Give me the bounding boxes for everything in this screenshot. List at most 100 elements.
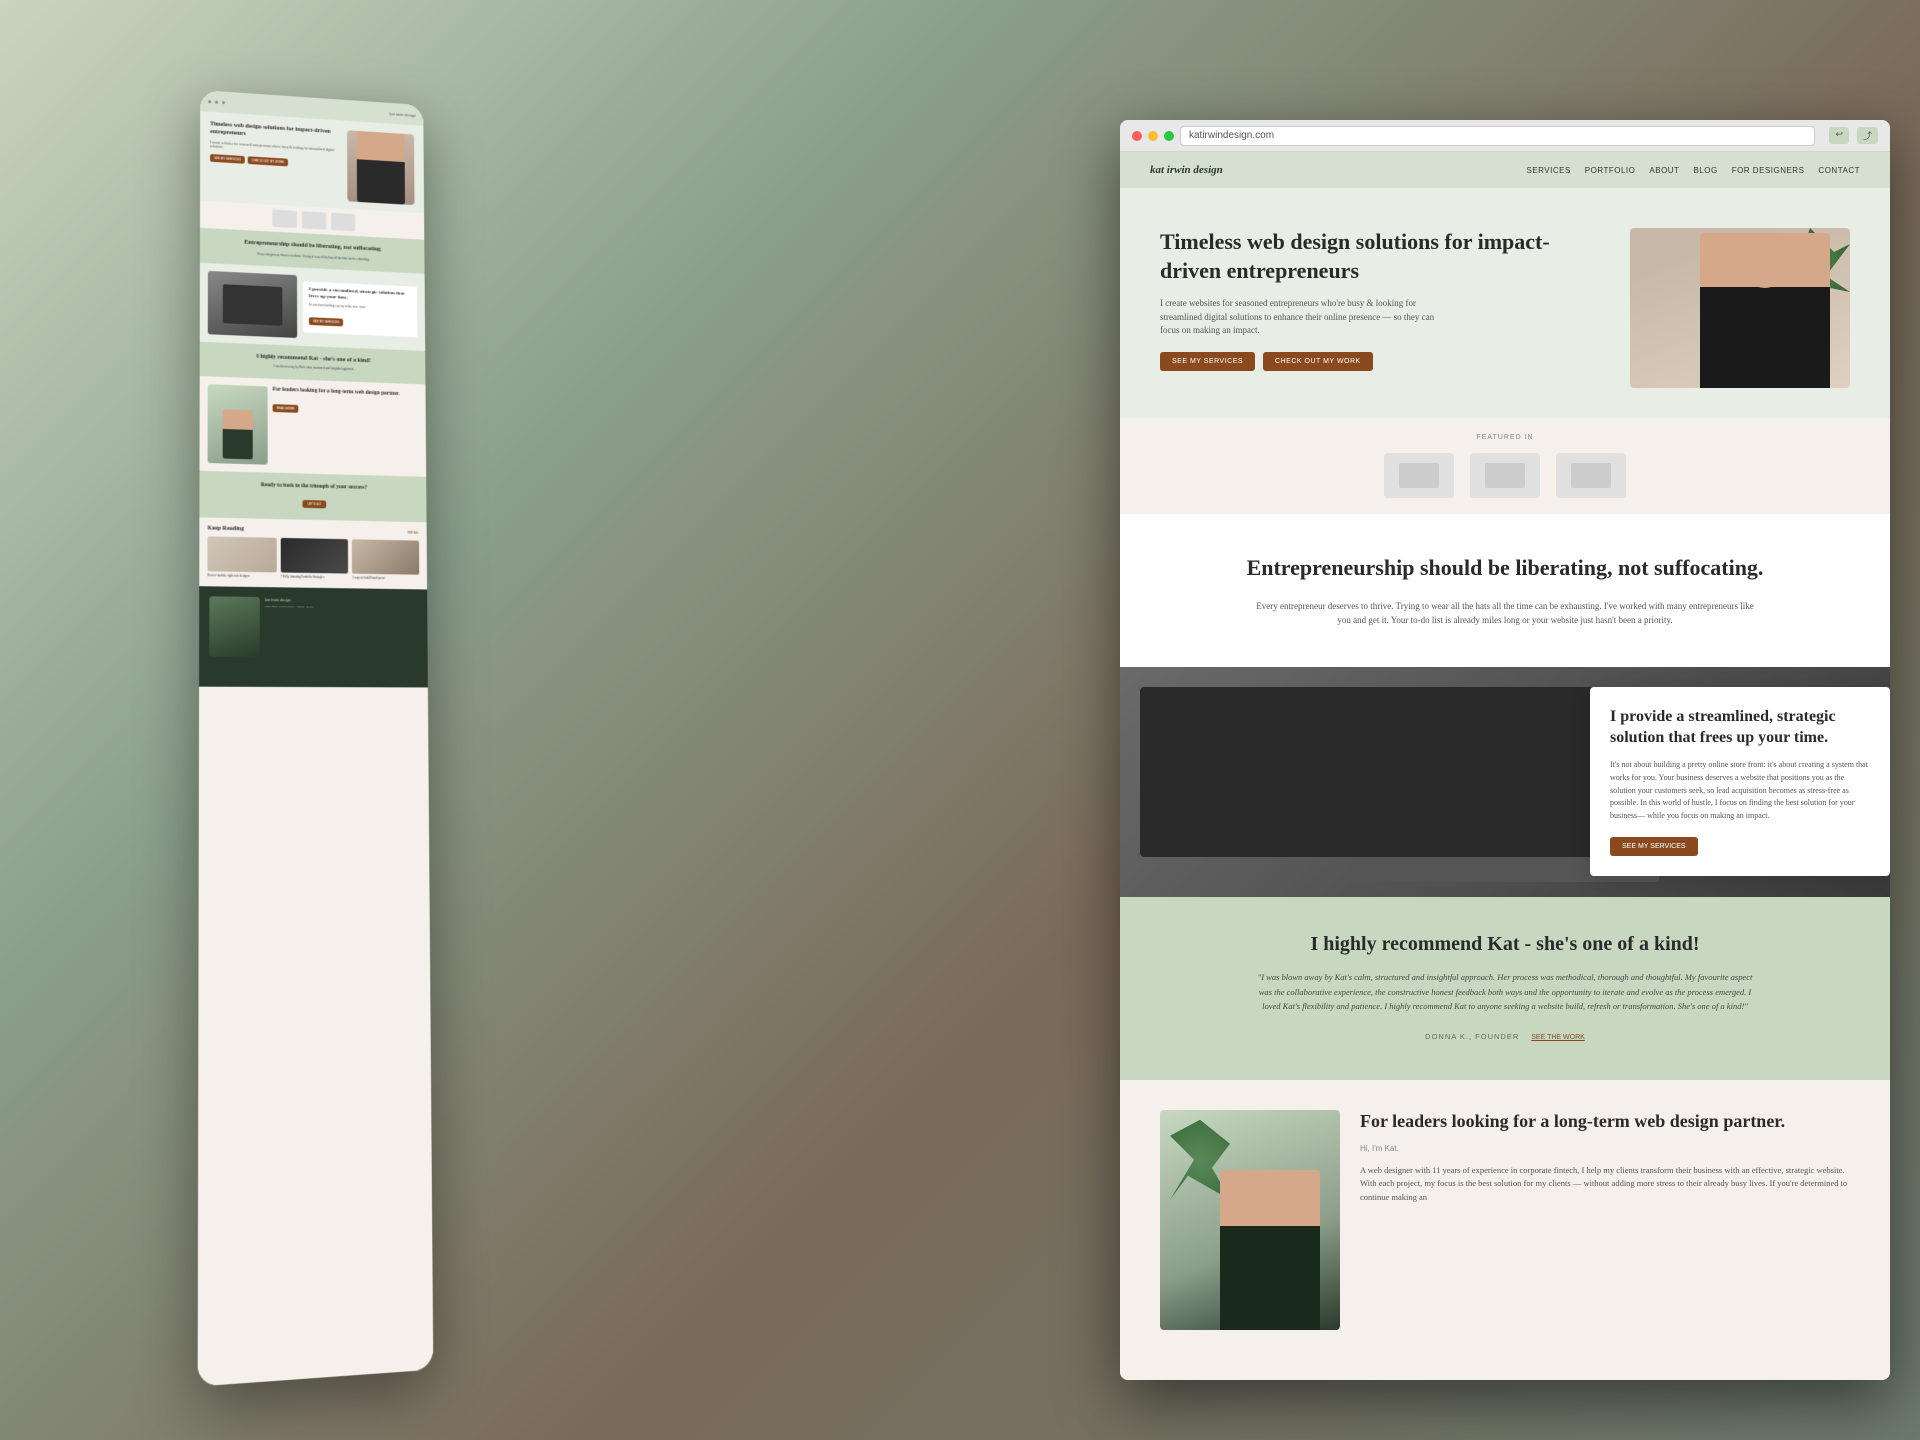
phone-blog-item-2: 7 Fully Amazing Portfolio Strategies [280,538,348,580]
site-testimonial-footer: DONNA K., FOUNDER SEE THE WORK [1200,1026,1810,1044]
phone-footer: kat irwin design SERVICES PORTFOLIO ABOU… [199,586,428,687]
phone-strategic-section: I provide a streamlined, strategic solut… [200,263,425,351]
nav-link-contact[interactable]: CONTACT [1818,166,1860,175]
phone-hero: Timeless web design solutions for impact… [200,111,424,213]
phone-hero-text: Timeless web design solutions for impact… [210,121,342,201]
site-strategic-heading: I provide a streamlined, strategic solut… [1610,707,1870,749]
phone-strategic-text: It's not about building a pretty online … [309,303,412,312]
nav-link-blog[interactable]: BLOG [1693,166,1717,175]
phone-triumph-section: Ready to bask in the triumph of your suc… [199,471,426,523]
site-testimonial-section: I highly recommend Kat - she's one of a … [1120,897,1890,1079]
site-btn-services[interactable]: SEE MY SERVICES [1160,352,1255,371]
nav-link-services[interactable]: SERVICES [1526,166,1570,175]
phone-strategic-btn[interactable]: SEE MY SERVICES [309,318,343,327]
site-strategic-card: I provide a streamlined, strategic solut… [1590,687,1890,876]
phone-btn-work[interactable]: CHECK OUT MY WORK [248,157,288,167]
site-logo-img-3 [1571,463,1611,488]
browser-content: kat irwin design SERVICES PORTFOLIO ABOU… [1120,152,1890,1380]
phone-blog-section: Keep Reading SEE ALL How to find the rig… [199,517,427,589]
phone-footer-link[interactable]: BLOG [306,605,313,608]
site-entrep-heading: Entrepreneurship should be liberating, n… [1180,554,1830,583]
phone-blog-item-3: 5 ways to build brand proof [352,539,419,581]
phone-logo-2 [301,211,325,230]
phone-triumph-heading: Ready to bask in the triumph of your suc… [210,481,417,492]
site-featured-logos [1160,453,1850,498]
phone-footer-content: kat irwin design SERVICES PORTFOLIO ABOU… [265,597,418,678]
phone-partner-person [223,409,253,459]
phone-footer-image [209,596,260,657]
site-featured-logo-2 [1470,453,1540,498]
nav-link-designers[interactable]: FOR DESIGNERS [1732,166,1805,175]
phone-hero-buttons: SEE MY SERVICES CHECK OUT MY WORK [210,154,341,170]
phone-nav-dot [222,101,225,104]
site-featured-section: FEATURED IN [1120,418,1890,514]
site-nav-links: SERVICES PORTFOLIO ABOUT BLOG FOR DESIGN… [1526,166,1860,175]
phone-blog-all[interactable]: SEE ALL [407,530,419,534]
site-hero-person [1700,233,1830,388]
phone-strategic-heading: I provide a streamlined, strategic solut… [309,288,412,305]
site-hero-heading: Timeless web design solutions for impact… [1160,228,1610,285]
phone-blog-title-2: 7 Fully Amazing Portfolio Strategies [280,575,348,580]
site-featured-label: FEATURED IN [1160,434,1850,441]
browser-chrome: katirwindesign.com ↩ ⤴ [1120,120,1890,152]
phone-hero-person [357,131,405,205]
site-leaders-body: A web designer with 11 years of experien… [1360,1164,1850,1205]
phone-partner-btn[interactable]: READ MORE [273,404,299,413]
phone-blog-img-3 [352,539,419,574]
site-leaders-image [1160,1110,1340,1330]
site-btn-work[interactable]: CHECK OUT MY WORK [1263,352,1373,371]
site-strategic-section: I provide a streamlined, strategic solut… [1120,667,1890,897]
phone-footer-link[interactable]: PORTFOLIO [279,605,293,608]
browser-url-bar[interactable]: katirwindesign.com [1180,126,1815,146]
browser-mockup: katirwindesign.com ↩ ⤴ kat irwin design … [1120,120,1890,1380]
phone-mockup: kat irwin design Timeless web design sol… [198,90,434,1386]
phone-strategic-card: I provide a streamlined, strategic solut… [303,281,418,337]
phone-partner-text: For leaders looking for a long-term web … [273,386,400,468]
site-testimonial-author: DONNA K., FOUNDER [1425,1032,1519,1041]
phone-partner-image [208,384,268,464]
phone-nav-dot [208,100,211,103]
phone-footer-logo: kat irwin design [265,597,418,604]
phone-triumph-btn[interactable]: LET'S GO [303,500,326,508]
nav-link-about[interactable]: ABOUT [1649,166,1679,175]
site-logo-img-1 [1399,463,1439,488]
phone-blog-title-3: 5 ways to build brand proof [352,576,419,581]
browser-action-btn[interactable]: ↩ [1829,127,1849,144]
phone-partner-heading: For leaders looking for a long-term web … [273,386,400,397]
site-hero-image [1630,228,1850,388]
phone-btn-services[interactable]: SEE MY SERVICES [210,154,245,164]
phone-hero-image [347,130,414,205]
phone-nav-dot [215,100,218,103]
phone-blog-grid: How to find the right web designer 7 Ful… [207,536,419,581]
phone-laptop-image [208,271,297,338]
site-hero-buttons: SEE MY SERVICES CHECK OUT MY WORK [1160,352,1610,371]
site-leaders-text: For leaders looking for a long-term web … [1360,1110,1850,1205]
site-testimonial-link[interactable]: SEE THE WORK [1531,1034,1585,1041]
phone-blog-item-1: How to find the right web designer [207,536,276,579]
phone-logo-1 [272,209,297,228]
browser-close-dot[interactable] [1132,131,1142,141]
phone-footer-link[interactable]: SERVICES [265,605,278,608]
site-leaders-subtext: Hi, I'm Kat. [1360,1143,1850,1156]
phone-blog-title-1: How to find the right web designer [207,574,276,579]
site-hero-subtext: I create websites for seasoned entrepren… [1160,297,1440,338]
browser-share-btn[interactable]: ⤴ [1857,127,1878,144]
site-leaders-heading: For leaders looking for a long-term web … [1360,1110,1850,1133]
site-testimonial-quote: "I was blown away by Kat's calm, structu… [1255,970,1755,1013]
site-logo[interactable]: kat irwin design [1150,164,1223,176]
site-featured-logo-1 [1384,453,1454,498]
site-entrep-text: Every entrepreneur deserves to thrive. T… [1255,599,1755,628]
site-strategic-btn[interactable]: SEE MY SERVICES [1610,837,1698,856]
nav-link-portfolio[interactable]: PORTFOLIO [1585,166,1636,175]
phone-blog-header: Keep Reading SEE ALL [207,525,418,535]
phone-footer-link[interactable]: ABOUT [296,605,305,608]
browser-maximize-dot[interactable] [1164,131,1174,141]
site-logo-img-2 [1485,463,1525,488]
phone-partner-section: For leaders looking for a long-term web … [199,376,426,477]
site-nav: kat irwin design SERVICES PORTFOLIO ABOU… [1120,152,1890,188]
site-featured-logo-3 [1556,453,1626,498]
site-leaders-section: For leaders looking for a long-term web … [1120,1080,1890,1360]
browser-minimize-dot[interactable] [1148,131,1158,141]
site-entrep-section: Entrepreneurship should be liberating, n… [1120,514,1890,667]
site-hero-text: Timeless web design solutions for impact… [1160,228,1630,371]
